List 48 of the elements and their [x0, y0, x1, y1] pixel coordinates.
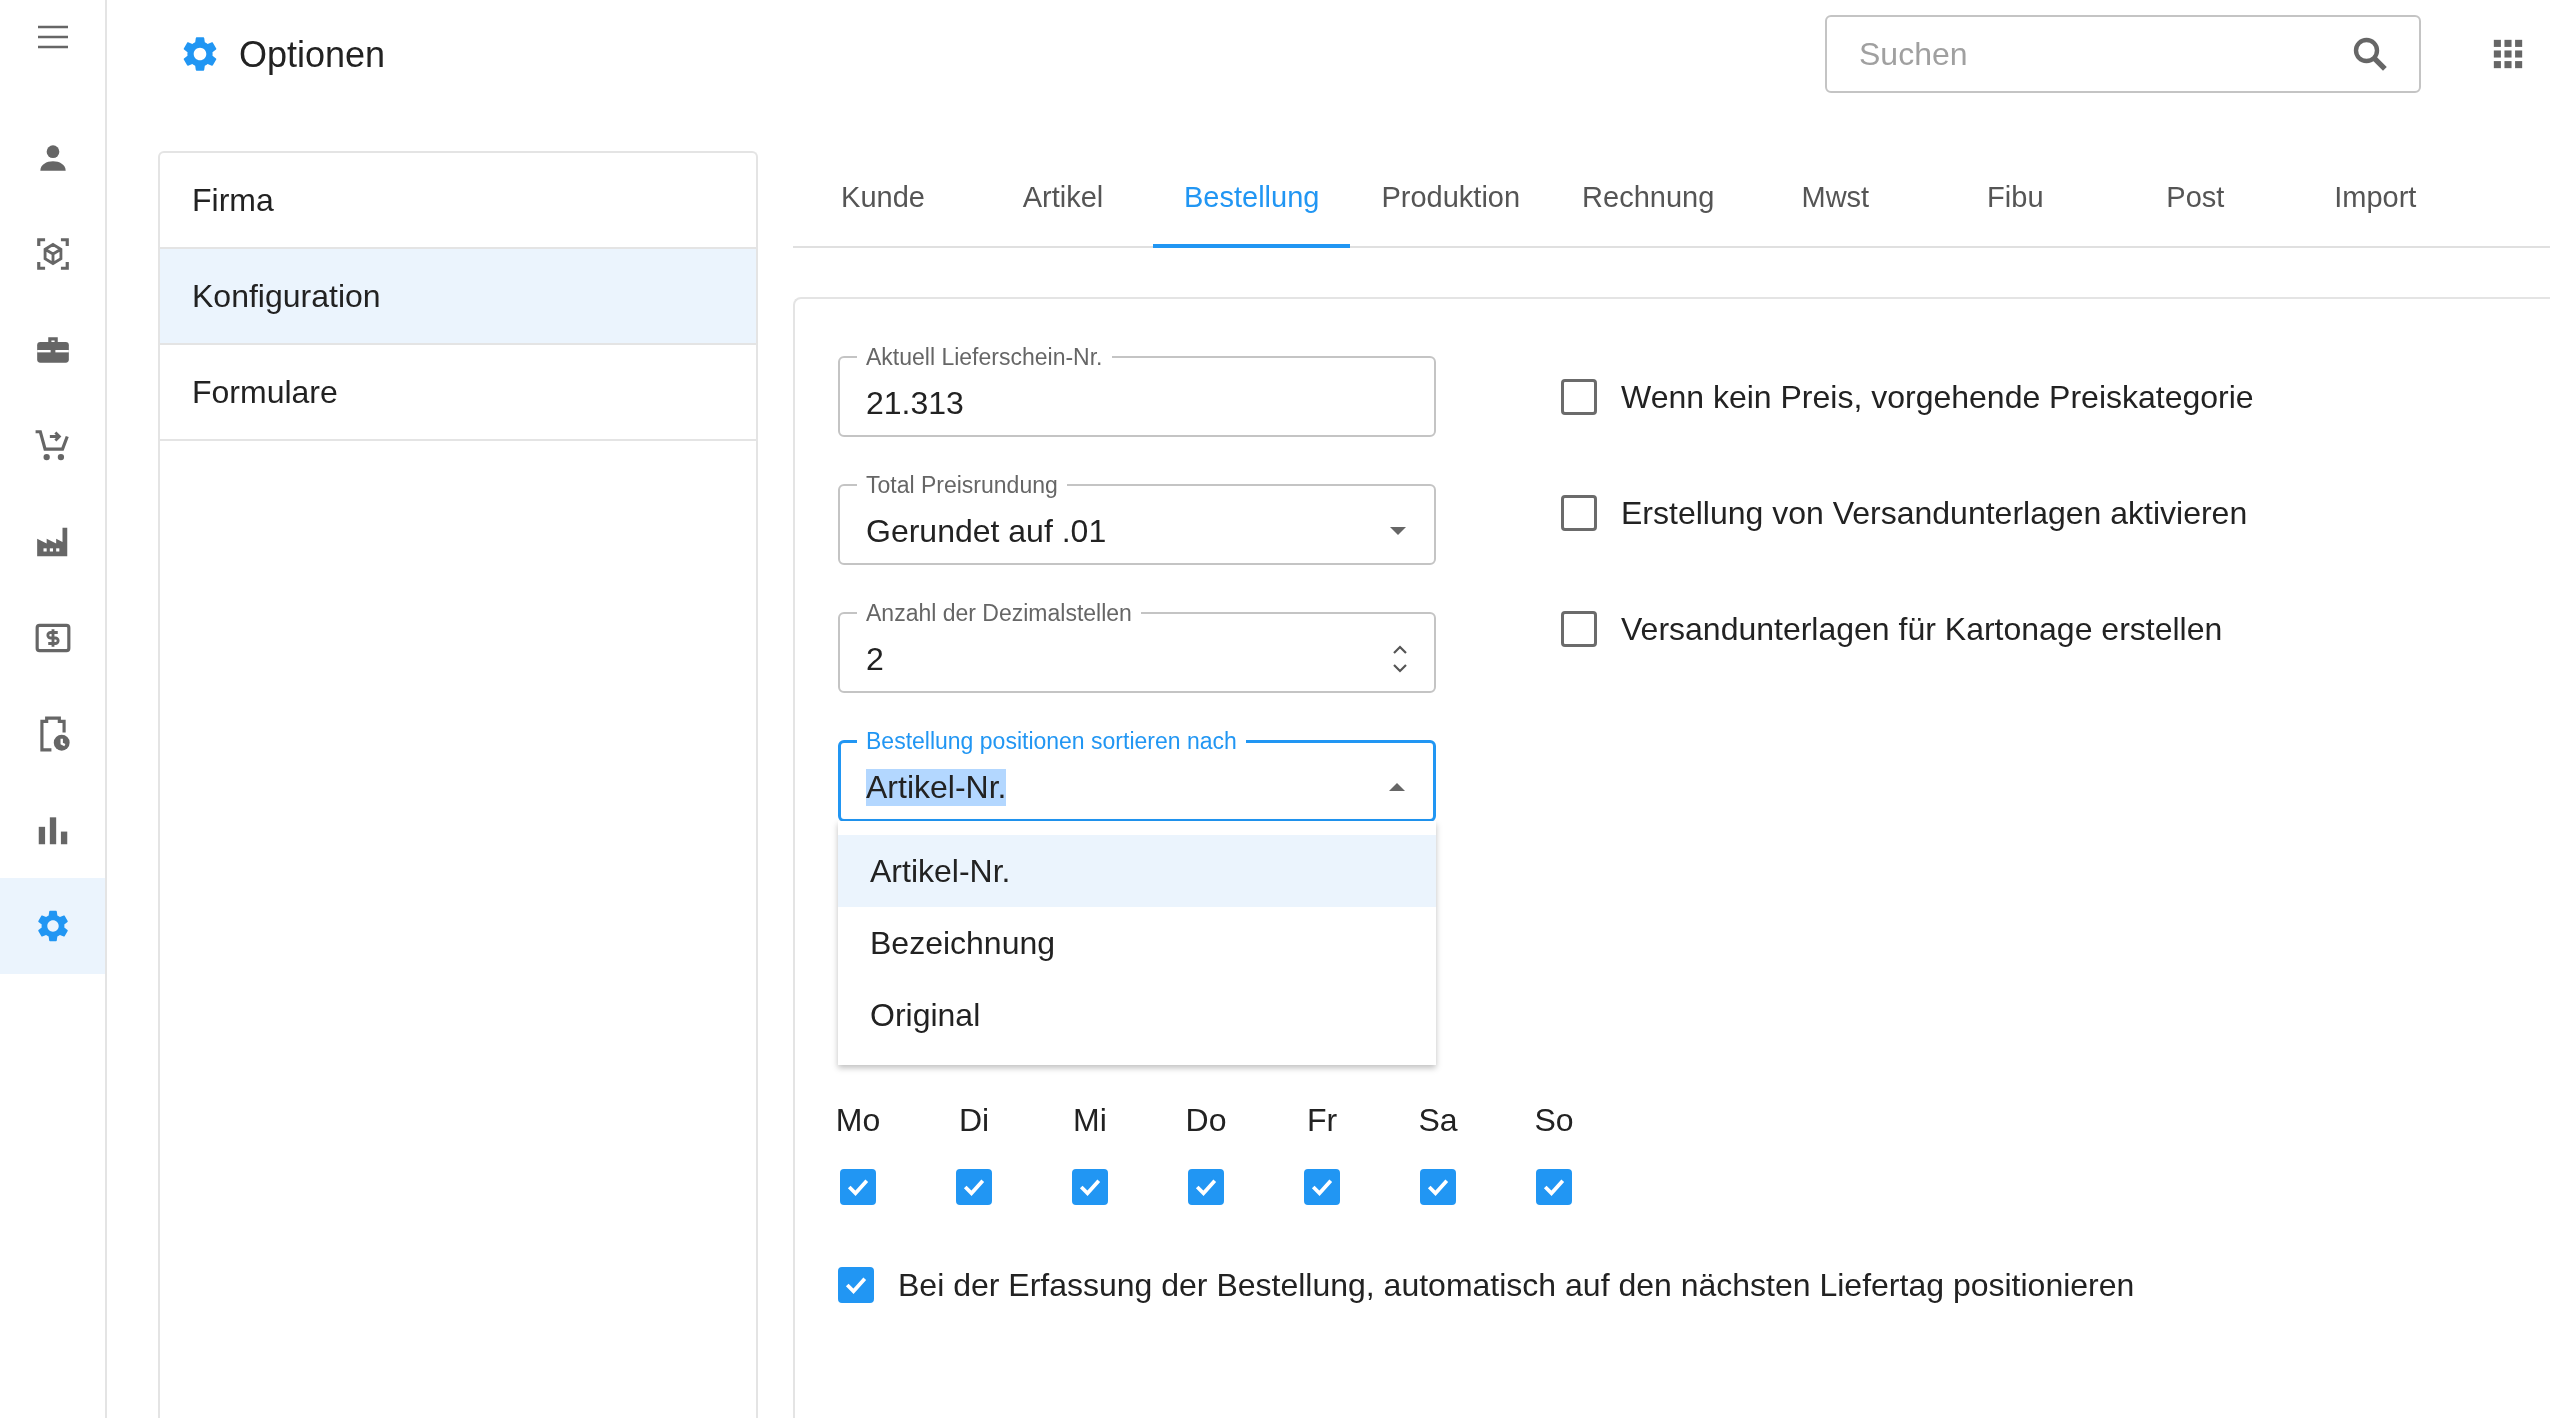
- checkbox[interactable]: [1188, 1169, 1224, 1205]
- field-value: 2: [866, 640, 885, 678]
- checkbox[interactable]: [1561, 611, 1597, 647]
- checkbox[interactable]: [1561, 495, 1597, 531]
- checkbox[interactable]: [1420, 1169, 1456, 1205]
- tab[interactable]: Mwst: [1745, 151, 1926, 248]
- tab[interactable]: Fibu: [1925, 151, 2106, 248]
- checkbox-label: Bei der Erfassung der Bestellung, automatisch auf den nächsten Liefertag positionieren: [898, 1266, 2135, 1304]
- dropdown-option[interactable]: Original: [838, 979, 1436, 1051]
- field-value: 21.313: [866, 384, 965, 422]
- field-value: Artikel-Nr.: [866, 768, 1007, 806]
- tab[interactable]: Import: [2285, 151, 2466, 248]
- section-item[interactable]: Konfiguration: [160, 249, 756, 345]
- checkbox[interactable]: [1304, 1169, 1340, 1205]
- apps-grid-icon[interactable]: [2491, 37, 2525, 71]
- tab[interactable]: Produktion: [1350, 151, 1552, 248]
- tab[interactable]: Rechnung: [1551, 151, 1746, 248]
- field-label: Anzahl der Dezimalstellen: [865, 599, 1133, 627]
- tab[interactable]: Kunde: [793, 151, 973, 248]
- weekday-label: Mo: [835, 1102, 881, 1139]
- checkbox-label: Versandunterlagen für Kartonage erstellen: [1621, 610, 2223, 648]
- checkbox[interactable]: [956, 1169, 992, 1205]
- checkbox[interactable]: [1536, 1169, 1572, 1205]
- weekday-label: Fr: [1306, 1102, 1338, 1139]
- checkbox-label: Wenn kein Preis, vorgehende Preiskategorie: [1621, 378, 2254, 416]
- weekday-label: Di: [958, 1102, 990, 1139]
- weekday-label: Sa: [1418, 1102, 1458, 1139]
- dropdown-option[interactable]: Artikel-Nr.: [838, 835, 1436, 907]
- weekday-label: Do: [1185, 1102, 1227, 1139]
- checkbox-label: Erstellung von Versandunterlagen aktivieren: [1621, 494, 2248, 532]
- dropdown-option[interactable]: Bezeichnung: [838, 907, 1436, 979]
- weekday-label: Mi: [1073, 1102, 1107, 1139]
- weekday-label: So: [1534, 1102, 1574, 1139]
- spinner-arrows-icon[interactable]: [1390, 643, 1410, 675]
- checkbox[interactable]: [1561, 379, 1597, 415]
- nav-item[interactable]: [0, 878, 105, 974]
- checkbox[interactable]: [840, 1169, 876, 1205]
- tab[interactable]: Post: [2105, 151, 2286, 248]
- checkbox[interactable]: [838, 1267, 874, 1303]
- field-value: Gerundet auf .01: [866, 512, 1108, 550]
- field-label: Bestellung positionen sortieren nach: [865, 727, 1238, 755]
- tab[interactable]: Artikel: [973, 151, 1153, 248]
- page-title: Optionen: [239, 34, 387, 76]
- checkbox[interactable]: [1072, 1169, 1108, 1205]
- field-label: Total Preisrundung: [865, 471, 1059, 499]
- section-item[interactable]: Formulare: [160, 345, 756, 441]
- field-label: Aktuell Lieferschein-Nr.: [865, 343, 1104, 371]
- search-field[interactable]: Suchen: [1825, 15, 2421, 93]
